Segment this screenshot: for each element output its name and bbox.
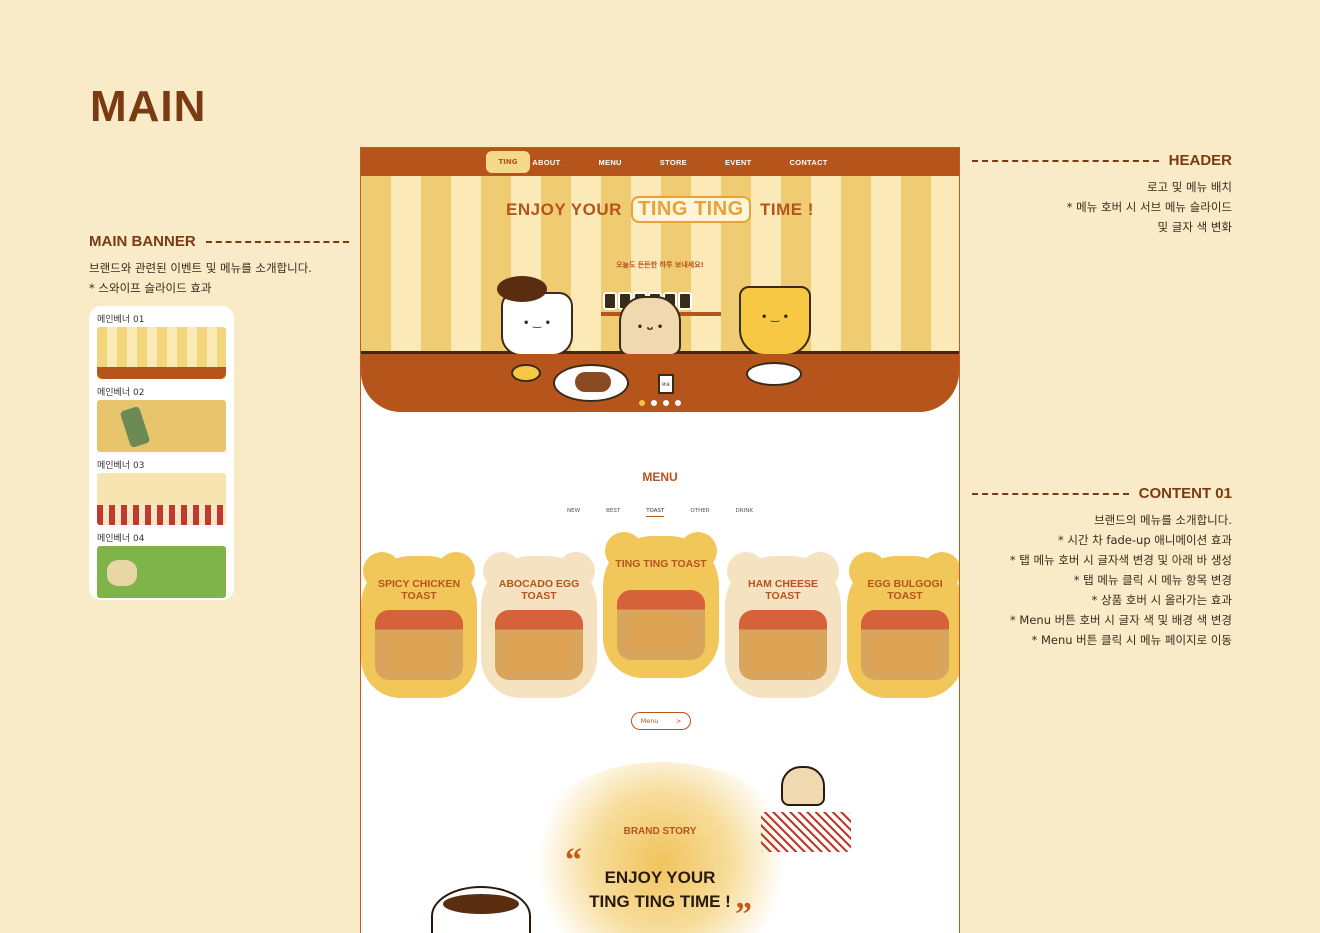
- menu-button[interactable]: Menu >: [631, 712, 691, 730]
- product-name: SPICY CHICKEN TOAST: [377, 578, 461, 602]
- annotation-line: * 상품 호버 시 올라가는 효과: [1091, 593, 1232, 607]
- product-card[interactable]: ABOCADO EGG TOAST: [481, 552, 597, 698]
- website-mockup: TING ABOUT MENU STORE EVENT CONTACT ENJO…: [360, 147, 960, 933]
- juice-mascot-icon: • ‿ •: [739, 286, 811, 356]
- product-image: [495, 610, 583, 680]
- menu-section-title: MENU: [642, 470, 678, 484]
- annotation-title: CONTENT 01: [1138, 485, 1232, 502]
- nav-item-event[interactable]: EVENT: [725, 158, 752, 167]
- annotation-line: 브랜드의 메뉴를 소개합니다.: [1094, 513, 1232, 527]
- quote-close-icon: ”: [735, 896, 752, 933]
- main-nav: ABOUT MENU STORE EVENT CONTACT: [532, 158, 827, 167]
- brand-story-label: BRAND STORY: [623, 826, 697, 837]
- coffee-cup-mascot-icon: • ‿ •: [497, 276, 573, 356]
- annotation-line: * Menu 버튼 클릭 시 메뉴 페이지로 이동: [1031, 633, 1232, 647]
- site-header: TING ABOUT MENU STORE EVENT CONTACT: [361, 148, 959, 176]
- thumbnail-label: 메인베너 02: [97, 388, 145, 398]
- product-card[interactable]: SPICY CHICKEN TOAST: [361, 552, 477, 698]
- annotation-dash-divider: [205, 240, 349, 243]
- product-name: HAM CHEESE TOAST: [747, 578, 818, 602]
- product-name: ABOCADO EGG TOAST: [498, 578, 580, 602]
- brand-heading-line: ENJOY YOUR: [604, 868, 716, 887]
- slider-dot[interactable]: [663, 400, 669, 406]
- banner-thumbnail[interactable]: 메인베너 03: [97, 458, 226, 525]
- arrow-right-icon: >: [675, 717, 682, 725]
- product-image: [617, 590, 705, 660]
- product-card[interactable]: EGG BULGOGI TOAST: [847, 552, 959, 698]
- annotation-line: * 스와이프 슬라이드 효과: [89, 281, 212, 295]
- nav-item-about[interactable]: ABOUT: [532, 158, 560, 167]
- thumbnail-label: 메인베너 01: [97, 315, 145, 325]
- header-annotation: HEADER 로고 및 메뉴 배치 * 메뉴 호버 시 서브 메뉴 슬라이드 및…: [972, 152, 1232, 237]
- tab-best[interactable]: BEST: [606, 508, 620, 517]
- brand-story-heading: ENJOY YOUR TING TING TIME !: [361, 866, 959, 914]
- brand-heading-line: TING TING TIME !: [589, 892, 731, 911]
- product-name: EGG BULGOGI TOAST: [867, 578, 943, 602]
- banner-01-image: [97, 327, 226, 379]
- annotation-line: * 탭 메뉴 클릭 시 메뉴 항목 변경: [1073, 573, 1232, 587]
- nav-item-menu[interactable]: MENU: [598, 158, 621, 167]
- thumbnail-label: 메인베너 03: [97, 461, 145, 471]
- annotation-dash-divider: [972, 492, 1129, 495]
- page-title: MAIN: [90, 82, 207, 131]
- main-banner-slider[interactable]: ENJOY YOUR TING TING TIME ! 오늘도 든든한 하루 보…: [361, 176, 959, 412]
- tab-other[interactable]: OTHER: [690, 508, 709, 517]
- toast-character-icon: [781, 766, 825, 806]
- tab-new[interactable]: NEW: [567, 508, 580, 517]
- product-name: TING TING TOAST: [615, 558, 707, 570]
- banner-thumbnail[interactable]: 메인베너 01: [97, 312, 226, 379]
- annotation-line: * 메뉴 호버 시 서브 메뉴 슬라이드: [1066, 200, 1232, 214]
- menu-tabs: NEW BEST TOAST OTHER DRINK: [361, 508, 959, 517]
- banner-thumbnail[interactable]: 메인베너 04: [97, 531, 226, 598]
- banner-title-ting: TING TING: [631, 196, 751, 223]
- banner-title-left: ENJOY YOUR: [506, 200, 622, 219]
- banner-thumbnail-list: 메인베너 01 메인베너 02 메인베너 03 메인베너 04: [89, 306, 234, 600]
- annotation-title: HEADER: [1168, 152, 1232, 169]
- product-list: SPICY CHICKEN TOAST ABOCADO EGG TOAST TI…: [361, 532, 959, 702]
- annotation-title: MAIN BANNER: [89, 233, 196, 250]
- product-card[interactable]: HAM CHEESE TOAST: [725, 552, 841, 698]
- slider-pagination: [361, 400, 959, 406]
- product-card[interactable]: TING TING TOAST: [603, 532, 719, 678]
- milk-carton-icon: Milk: [658, 374, 674, 394]
- slider-dot-active[interactable]: [639, 400, 645, 406]
- main-banner-annotation: MAIN BANNER 브랜드와 관련된 이벤트 및 메뉴를 소개합니다. * …: [89, 233, 349, 298]
- toast-plate-icon: [553, 364, 629, 402]
- annotation-line: 브랜드와 관련된 이벤트 및 메뉴를 소개합니다.: [89, 261, 312, 275]
- nav-item-store[interactable]: STORE: [660, 158, 687, 167]
- product-image: [375, 610, 463, 680]
- nav-item-contact[interactable]: CONTACT: [789, 158, 827, 167]
- annotation-line: * Menu 버튼 호버 시 글자 색 및 배경 색 변경: [1010, 613, 1232, 627]
- product-image: [861, 610, 949, 680]
- banner-title-right: TIME !: [759, 200, 814, 219]
- tab-drink[interactable]: DRINK: [736, 508, 753, 517]
- banner-02-image: [97, 400, 226, 452]
- annotation-line: * 탭 메뉴 호버 시 글자색 변경 및 아래 바 생성: [1009, 553, 1232, 567]
- product-image: [739, 610, 827, 680]
- banner-subtitle: 오늘도 든든한 하루 보내세요!: [616, 261, 704, 269]
- menu-button-label: Menu: [640, 717, 659, 725]
- annotation-dash-divider: [972, 159, 1159, 162]
- thumbnail-label: 메인베너 04: [97, 534, 145, 544]
- cookie-plate-icon: [746, 362, 802, 386]
- menu-section: MENU NEW BEST TOAST OTHER DRINK: [361, 470, 959, 517]
- banner-title: ENJOY YOUR TING TING TIME !: [361, 196, 959, 223]
- tab-toast[interactable]: TOAST: [646, 508, 665, 517]
- brand-story-section: BRAND STORY “ ENJOY YOUR TING TING TIME …: [361, 748, 959, 933]
- content-annotation: CONTENT 01 브랜드의 메뉴를 소개합니다. * 시간 차 fade-u…: [972, 485, 1232, 650]
- brand-logo-icon[interactable]: TING: [486, 151, 530, 173]
- banner-04-image: [97, 546, 226, 598]
- annotation-line: 로고 및 메뉴 배치: [1146, 180, 1232, 194]
- plate-icon: [511, 364, 541, 382]
- slider-dot[interactable]: [675, 400, 681, 406]
- annotation-line: * 시간 차 fade-up 애니메이션 효과: [1057, 533, 1232, 547]
- toast-mascot-icon: • ᴗ •: [619, 296, 681, 356]
- slider-dot[interactable]: [651, 400, 657, 406]
- annotation-line: 및 글자 색 변화: [1157, 220, 1232, 234]
- banner-thumbnail[interactable]: 메인베너 02: [97, 385, 226, 452]
- banner-03-image: [97, 473, 226, 525]
